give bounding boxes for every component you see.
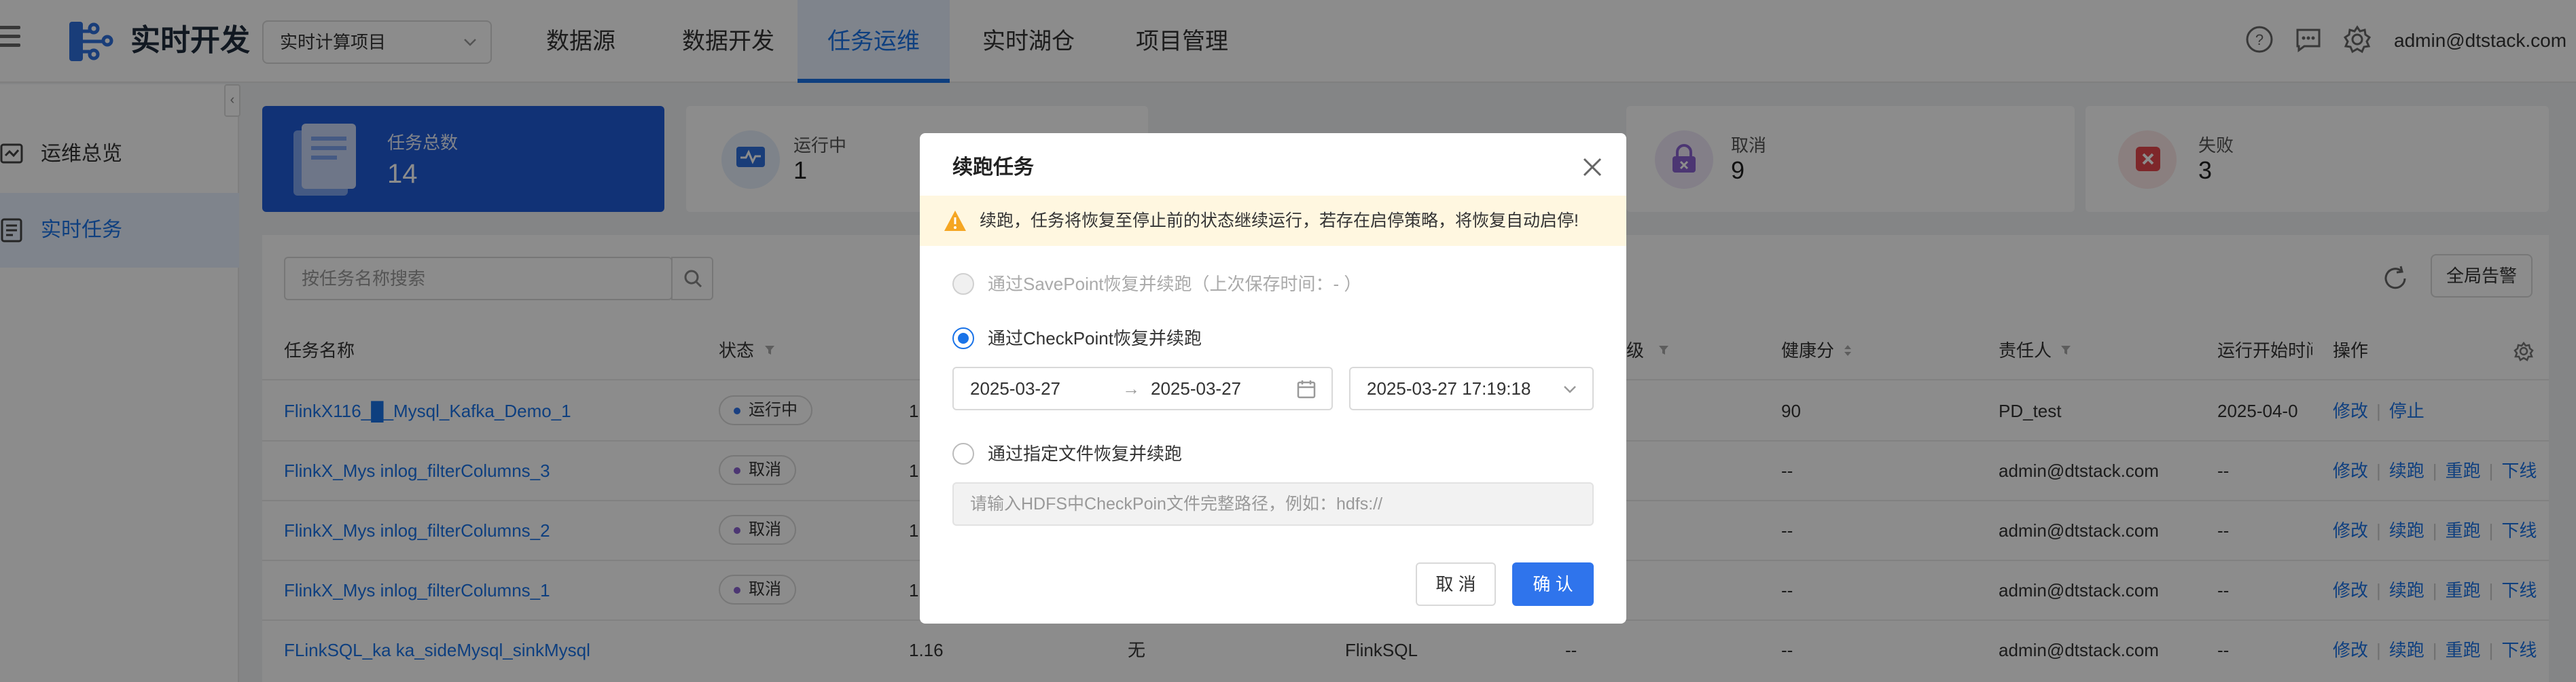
checkpoint-time-select[interactable]: 2025-03-27 17:19:18 xyxy=(1349,367,1594,410)
savepoint-option-label: 通过SavePoint恢复并续跑（上次保存时间：- ） xyxy=(988,274,1362,294)
file-radio[interactable] xyxy=(952,443,974,465)
checkpoint-time-value: 2025-03-27 17:19:18 xyxy=(1367,378,1531,399)
hdfs-path-input[interactable]: 请输入HDFS中CheckPoin文件完整路径，例如：hdfs:// xyxy=(952,482,1594,526)
warning-icon xyxy=(944,211,966,231)
file-option-label: 通过指定文件恢复并续跑 xyxy=(988,444,1183,464)
checkpoint-radio[interactable] xyxy=(952,327,974,349)
date-range-picker[interactable]: 2025-03-27 → 2025-03-27 xyxy=(952,367,1333,410)
savepoint-radio[interactable] xyxy=(952,273,974,295)
dialog-title: 续跑任务 xyxy=(952,156,1034,179)
chevron-down-icon xyxy=(1564,386,1576,393)
warning-text: 续跑，任务将恢复至停止前的状态继续运行，若存在启停策略，将恢复自动启停! xyxy=(980,211,1579,230)
arrow-right-icon: → xyxy=(1122,378,1140,399)
app-root: 实时开发 实时计算项目 数据源 数据开发 任务运维 实时湖仓 项目管理 ? ad… xyxy=(0,0,2576,682)
close-icon[interactable] xyxy=(1579,154,1606,181)
calendar-icon xyxy=(1297,380,1316,399)
warning-banner: 续跑，任务将恢复至停止前的状态继续运行，若存在启停策略，将恢复自动启停! xyxy=(920,196,1626,246)
resume-task-dialog: 续跑任务 续跑，任务将恢复至停止前的状态继续运行，若存在启停策略，将恢复自动启停… xyxy=(920,133,1626,624)
date-end: 2025-03-27 xyxy=(1151,378,1241,399)
confirm-button[interactable]: 确 认 xyxy=(1512,562,1594,606)
date-start: 2025-03-27 xyxy=(970,378,1060,399)
cancel-button[interactable]: 取 消 xyxy=(1416,562,1496,606)
checkpoint-option-label: 通过CheckPoint恢复并续跑 xyxy=(988,328,1202,348)
